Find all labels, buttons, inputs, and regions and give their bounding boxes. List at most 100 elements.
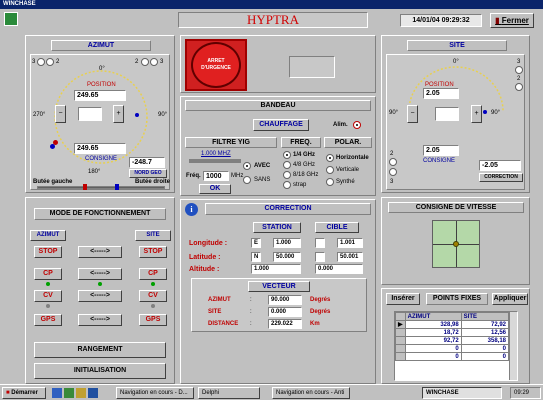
chauffage-button[interactable]: CHAUFFAGE: [253, 119, 309, 131]
quicklaunch-icon[interactable]: [52, 388, 62, 398]
site-cp-button[interactable]: CP: [139, 268, 167, 280]
vecteur-button[interactable]: VECTEUR: [248, 281, 310, 292]
table-row[interactable]: ▶ 328,98 72,92: [395, 320, 510, 329]
azimut-limit-thumb2-icon[interactable]: [115, 184, 119, 190]
vecteur-distance-colon: :: [250, 321, 252, 327]
station-lat-field[interactable]: 50.000: [273, 252, 301, 262]
longitude-label: Longitude :: [189, 240, 228, 247]
cible-alt-field[interactable]: 0.000: [315, 264, 363, 274]
vecteur-distance-field[interactable]: 229.022: [268, 319, 302, 329]
stop-link-button[interactable]: <----->: [78, 246, 122, 258]
points-col-azimut: AZIMUT: [404, 312, 462, 321]
task-navigation-2[interactable]: Navigation en cours - Anti: [272, 387, 350, 399]
azimut-panel: AZIMUT 3 2 2 3 0° POSITION 249.65 270° 9…: [25, 35, 175, 193]
table-row[interactable]: 18,72 12,56: [395, 328, 510, 337]
azimut-limit-slider[interactable]: [37, 186, 165, 189]
freq-radio-1[interactable]: [283, 151, 291, 159]
alim-radio[interactable]: [353, 121, 361, 129]
vecteur-azimut-field[interactable]: 90.000: [268, 295, 302, 305]
site-correction-field[interactable]: -2.05: [479, 160, 521, 171]
azimut-marker-right-icon: [135, 113, 139, 117]
azimut-limit-thumb-icon[interactable]: [83, 184, 87, 190]
vecteur-site-field[interactable]: 0.000: [268, 307, 302, 317]
nord-geo-button[interactable]: NORD GEO: [129, 169, 167, 178]
az-cp-button[interactable]: CP: [34, 268, 62, 280]
azimut-nord-field[interactable]: -248.7: [129, 157, 165, 168]
station-lon-field[interactable]: 1.000: [273, 238, 301, 248]
azimut-position-field[interactable]: 249.65: [74, 90, 126, 101]
table-row[interactable]: 00: [395, 344, 510, 353]
points-fixes-title: POINTS FIXES: [426, 293, 488, 305]
site-radio-l3[interactable]: [389, 168, 397, 176]
appliquer-button[interactable]: Appliquer: [492, 293, 528, 305]
rangement-button[interactable]: RANGEMENT: [34, 342, 166, 358]
freq-ok-button[interactable]: OK: [199, 184, 231, 194]
close-button[interactable]: ▮ Fermer: [490, 13, 534, 28]
station-lon-dir[interactable]: E: [251, 238, 261, 248]
table-row[interactable]: 92,72 358,18: [395, 336, 510, 345]
sans-radio[interactable]: [243, 176, 251, 184]
cp-link-button[interactable]: <----->: [78, 268, 122, 280]
site-stop-button[interactable]: STOP: [139, 246, 167, 258]
quicklaunch-icon-2[interactable]: [64, 388, 74, 398]
az-gps-button[interactable]: GPS: [34, 314, 62, 326]
azimut-radio-l3[interactable]: [37, 58, 45, 66]
vitesse-joystick-pad[interactable]: [432, 220, 480, 268]
site-radio-r2[interactable]: [515, 83, 523, 91]
site-radio-r3[interactable]: [515, 66, 523, 74]
site-consigne-field[interactable]: 2.05: [423, 145, 459, 156]
az-stop-button[interactable]: STOP: [34, 246, 62, 258]
avec-radio[interactable]: [243, 162, 251, 170]
site-correction-button[interactable]: CORRECTION: [479, 173, 523, 182]
inserer-button[interactable]: Insérer: [386, 293, 420, 305]
cible-lon-dir[interactable]: [315, 238, 325, 248]
vitesse-cursor-icon[interactable]: [453, 241, 459, 247]
cv-link-button[interactable]: <----->: [78, 290, 122, 302]
polar-radio-2[interactable]: [326, 166, 334, 174]
start-button[interactable]: ■ Démarrer: [2, 387, 46, 399]
freq-radio-4[interactable]: [283, 181, 291, 189]
task-delphi[interactable]: Delphi: [198, 387, 260, 399]
polar-radio-3[interactable]: [326, 178, 334, 186]
filtre-slider[interactable]: [189, 159, 241, 163]
cible-lat-dir[interactable]: [315, 252, 325, 262]
table-row[interactable]: 00: [395, 352, 510, 361]
site-plus-button[interactable]: +: [471, 105, 482, 123]
station-button[interactable]: STATION: [253, 222, 301, 233]
emergency-stop-button[interactable]: ARRET D'URGENCE: [191, 42, 241, 88]
gps-link-button[interactable]: <----->: [78, 314, 122, 326]
vecteur-azimut-unit: Degrés: [310, 297, 331, 303]
mode-title: MODE DE FONCTIONNEMENT: [34, 208, 166, 220]
freq-field[interactable]: 1000: [203, 171, 229, 181]
azimut-left-deg: 270°: [33, 112, 46, 118]
site-radio-l2[interactable]: [389, 158, 397, 166]
site-minus-button[interactable]: −: [407, 105, 418, 123]
azimut-step-field[interactable]: [78, 107, 102, 121]
site-position-field[interactable]: 2.05: [423, 88, 459, 99]
site-gps-button[interactable]: GPS: [139, 314, 167, 326]
initialisation-button[interactable]: INITIALISATION: [34, 363, 166, 379]
points-scrollbar[interactable]: [509, 312, 517, 380]
freq-radio-2[interactable]: [283, 161, 291, 169]
azimut-scale-right-3: 3: [160, 59, 164, 65]
site-cv-button[interactable]: CV: [139, 290, 167, 302]
correction-panel: i CORRECTION STATION CIBLE Longitude : E…: [180, 199, 376, 384]
freq-radio-3[interactable]: [283, 171, 291, 179]
azimut-minus-button[interactable]: −: [55, 105, 66, 123]
cible-lat-field[interactable]: 50.001: [337, 252, 363, 262]
quicklaunch-icon-3[interactable]: [76, 388, 86, 398]
azimut-plus-button[interactable]: +: [113, 105, 124, 123]
site-step-field[interactable]: [435, 107, 459, 121]
cible-button[interactable]: CIBLE: [315, 222, 359, 233]
azimut-consigne-field[interactable]: 249.65: [74, 143, 126, 154]
task-navigation-1[interactable]: Navigation en cours - D...: [116, 387, 194, 399]
cible-lon-field[interactable]: 1.001: [337, 238, 363, 248]
station-lat-dir[interactable]: N: [251, 252, 261, 262]
polar-radio-1[interactable]: [326, 154, 334, 162]
station-alt-field[interactable]: 1.000: [251, 264, 301, 274]
filtre-value: 1.000 MHZ: [201, 151, 231, 157]
az-cv-button[interactable]: CV: [34, 290, 62, 302]
quicklaunch-icon-4[interactable]: [88, 388, 98, 398]
vecteur-azimut-colon: :: [250, 297, 252, 303]
task-winchase[interactable]: WINCHASE: [422, 387, 502, 399]
